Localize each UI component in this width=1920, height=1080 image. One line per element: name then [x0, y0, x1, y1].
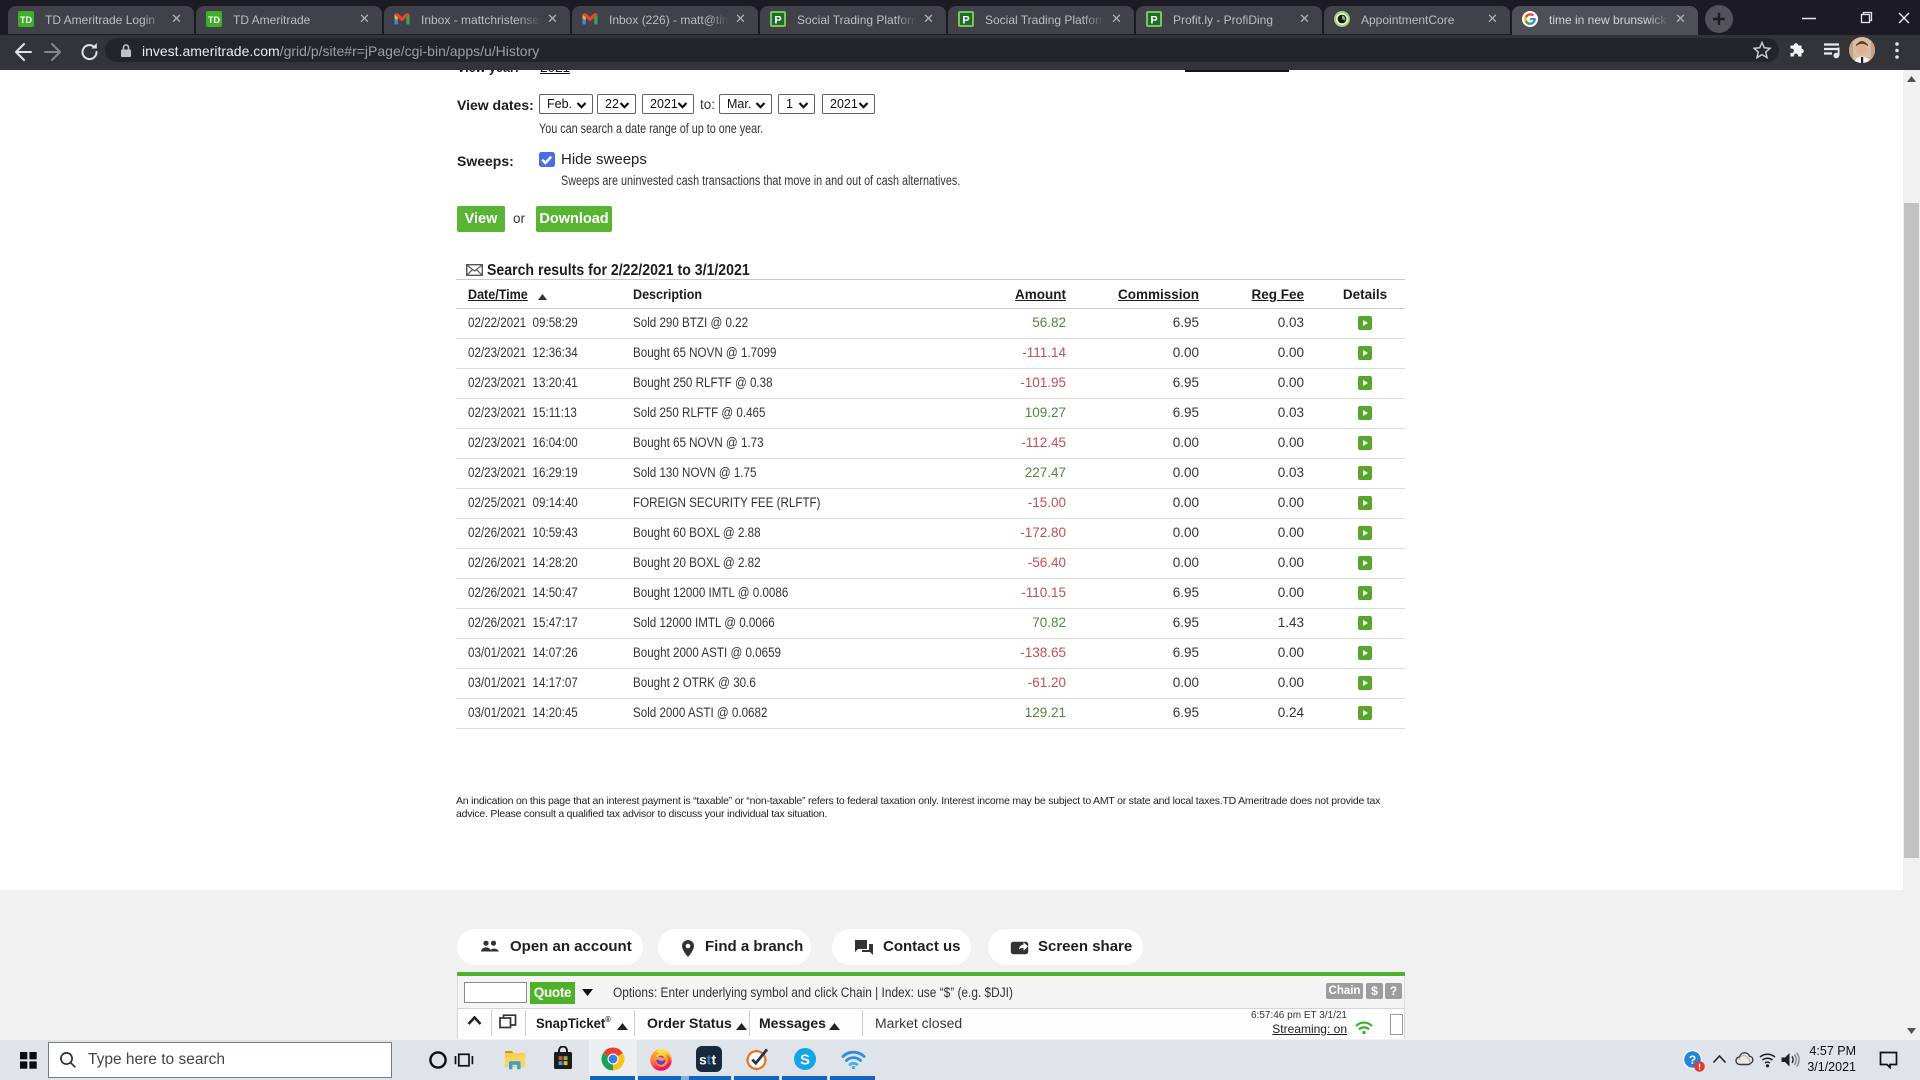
svg-text:P: P: [962, 15, 969, 27]
svg-text:TD: TD: [208, 15, 220, 25]
svg-text:t: t: [712, 1052, 717, 1068]
svg-text:P: P: [774, 15, 781, 27]
svg-text:P: P: [1150, 15, 1157, 27]
svg-text:TD: TD: [20, 15, 32, 25]
svg-text:S: S: [800, 1052, 810, 1069]
